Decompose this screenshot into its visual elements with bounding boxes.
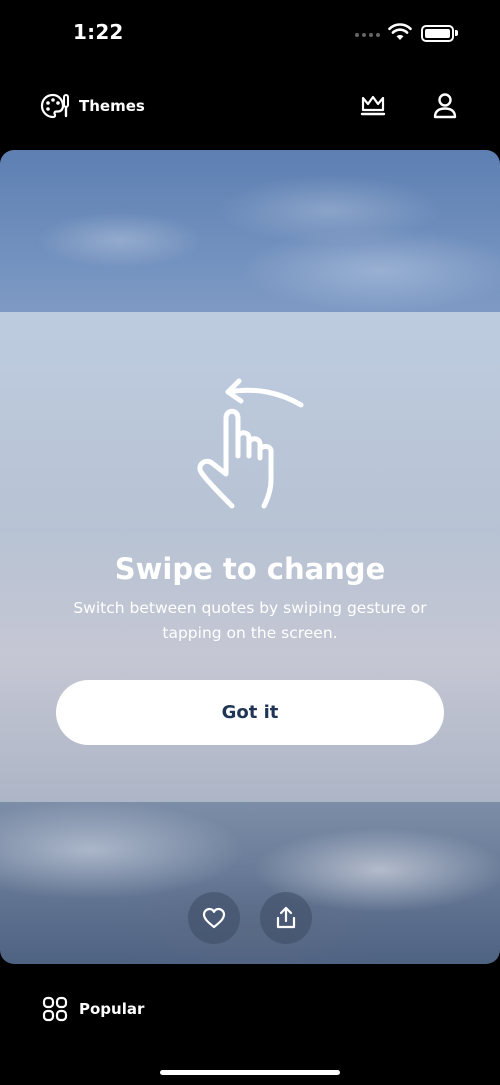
top-bar: Themes xyxy=(0,80,500,132)
share-button[interactable] xyxy=(260,892,312,944)
home-indicator[interactable] xyxy=(160,1070,340,1075)
themes-label: Themes xyxy=(79,97,145,115)
crown-icon[interactable] xyxy=(360,93,386,117)
cellular-signal-icon xyxy=(355,33,380,37)
share-icon xyxy=(276,906,296,929)
themes-button[interactable]: Themes xyxy=(40,92,145,120)
grid-icon xyxy=(42,996,68,1022)
popular-button[interactable]: Popular xyxy=(42,996,144,1022)
user-icon[interactable] xyxy=(432,92,458,120)
status-bar: 1:22 xyxy=(0,0,500,66)
tip-title: Swipe to change xyxy=(114,552,386,586)
swipe-hand-icon xyxy=(197,378,304,509)
battery-icon xyxy=(421,25,454,42)
quote-card[interactable]: Swipe to change Switch between quotes by… xyxy=(0,150,500,964)
like-button[interactable] xyxy=(188,892,240,944)
tip-description: Switch between quotes by swiping gesture… xyxy=(73,599,427,642)
wifi-icon xyxy=(388,23,412,40)
battery-cap xyxy=(455,30,458,36)
palette-icon xyxy=(40,93,69,119)
heart-icon xyxy=(202,907,226,929)
status-time: 1:22 xyxy=(73,20,124,44)
got-it-button[interactable]: Got it xyxy=(56,680,444,745)
popular-label: Popular xyxy=(79,1000,145,1018)
